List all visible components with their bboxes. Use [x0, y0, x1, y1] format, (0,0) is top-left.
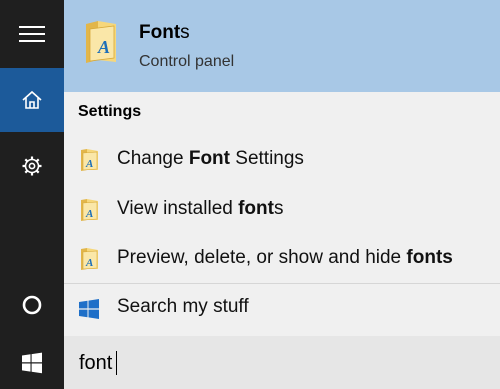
- search-my-stuff-button[interactable]: Search my stuff: [64, 284, 500, 334]
- windows-icon: [22, 352, 42, 373]
- font-settings-icon: A: [80, 247, 100, 276]
- svg-text:A: A: [97, 37, 110, 57]
- search-my-stuff-label: Search my stuff: [117, 296, 249, 317]
- fonts-folder-icon: A: [84, 20, 120, 69]
- result-view-installed-fonts[interactable]: A View installed fonts: [64, 185, 500, 233]
- cortana-icon: [22, 295, 42, 315]
- result-label: Preview, delete, or show and hide fonts: [117, 247, 453, 268]
- start-menu-rail: [0, 0, 64, 389]
- best-match-fonts[interactable]: A Fonts Control panel: [64, 0, 500, 92]
- gear-icon: [22, 156, 42, 176]
- svg-text:A: A: [85, 158, 93, 170]
- search-query-text: font: [79, 352, 113, 374]
- settings-button[interactable]: [0, 134, 64, 198]
- search-results-panel: A Fonts Control panel Settings A Change …: [64, 0, 500, 389]
- result-change-font-settings[interactable]: A Change Font Settings: [64, 135, 500, 183]
- home-button[interactable]: [0, 68, 64, 132]
- cortana-button[interactable]: [0, 274, 64, 336]
- result-preview-delete-show-hide-fonts[interactable]: A Preview, delete, or show and hide font…: [64, 234, 500, 282]
- search-input[interactable]: font: [64, 336, 500, 389]
- settings-section-heading: Settings: [78, 103, 142, 120]
- svg-text:A: A: [85, 257, 93, 269]
- result-label: View installed fonts: [117, 198, 284, 219]
- best-match-title: Fonts: [139, 22, 190, 43]
- best-match-subtitle: Control panel: [139, 53, 235, 70]
- windows-icon: [79, 299, 99, 324]
- result-label: Change Font Settings: [117, 148, 304, 169]
- text-caret: [116, 351, 117, 375]
- home-icon: [22, 90, 42, 109]
- hamburger-menu-button[interactable]: [0, 0, 64, 68]
- font-settings-icon: A: [80, 198, 100, 227]
- font-settings-icon: A: [80, 148, 100, 177]
- svg-text:A: A: [85, 208, 93, 220]
- start-button[interactable]: [0, 336, 64, 389]
- hamburger-icon: [19, 26, 45, 42]
